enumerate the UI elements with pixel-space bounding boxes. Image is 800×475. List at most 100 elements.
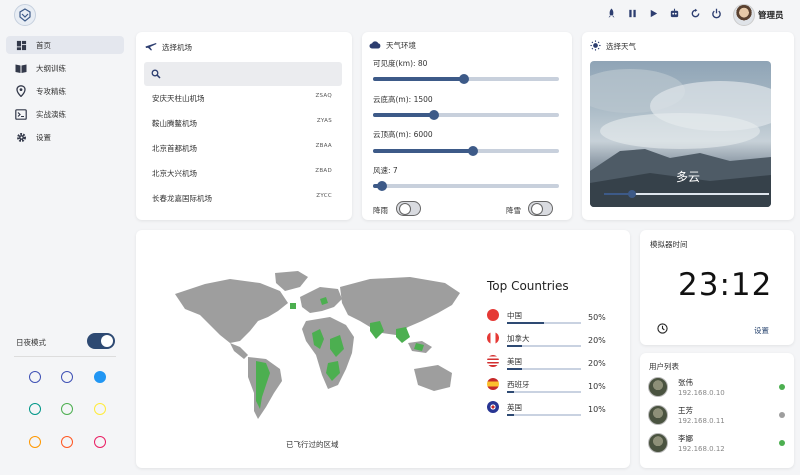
user-list-title: 用户列表 bbox=[649, 362, 679, 371]
theme-color-swatch[interactable] bbox=[61, 403, 73, 415]
app-logo[interactable] bbox=[14, 4, 36, 26]
status-dot bbox=[779, 412, 785, 418]
airport-search-input[interactable] bbox=[144, 62, 342, 86]
user-name: 张伟 bbox=[678, 378, 693, 387]
user-name: 李娜 bbox=[678, 434, 693, 443]
weather-preview-image: 多云 bbox=[590, 61, 771, 207]
rocket-icon[interactable] bbox=[605, 7, 617, 19]
clock-icon[interactable] bbox=[657, 323, 668, 336]
sidebar-item-label: 设置 bbox=[36, 132, 51, 142]
user-ip: 192.168.0.12 bbox=[678, 445, 725, 453]
spain-flag-icon bbox=[487, 378, 499, 390]
robot-icon[interactable] bbox=[668, 7, 680, 19]
china-flag-icon bbox=[487, 309, 499, 321]
country-share-bar bbox=[507, 414, 581, 416]
gear-icon bbox=[6, 132, 36, 143]
theme-color-swatch[interactable] bbox=[94, 403, 106, 415]
avatar[interactable] bbox=[733, 4, 755, 26]
weather-slider[interactable] bbox=[604, 190, 769, 198]
airport-panel: 选择机场 安庆天柱山机场 ZSAQ 鞍山腾鳌机场 ZYAS 北京首都机场 ZBA… bbox=[136, 32, 352, 220]
country-share-bar bbox=[507, 322, 581, 324]
sidebar-item-label: 专攻精练 bbox=[36, 86, 66, 96]
user-list-item[interactable]: 王芳 192.168.0.11 bbox=[648, 405, 788, 431]
dashboard-icon bbox=[6, 40, 36, 51]
sidebar-item-settings[interactable]: 设置 bbox=[6, 128, 124, 146]
rain-toggle[interactable] bbox=[396, 201, 421, 216]
user-list-item[interactable]: 张伟 192.168.0.10 bbox=[648, 377, 788, 403]
pause-icon[interactable] bbox=[626, 7, 638, 19]
country-row: 美国 20% bbox=[487, 355, 612, 370]
user-avatar bbox=[648, 433, 668, 453]
night-mode-toggle[interactable] bbox=[87, 333, 115, 349]
sidebar-item-special-training[interactable]: 专攻精练 bbox=[6, 82, 124, 100]
sidebar-item-live-practice[interactable]: 实战演练 bbox=[6, 105, 124, 123]
country-percent: 10% bbox=[588, 405, 606, 414]
night-mode-label: 日夜模式 bbox=[16, 338, 46, 347]
rain-label: 降雨 bbox=[373, 206, 388, 215]
cloud-icon bbox=[369, 40, 381, 51]
airport-name: 北京首都机场 bbox=[152, 144, 197, 153]
country-percent: 10% bbox=[588, 382, 606, 391]
airport-name: 北京大兴机场 bbox=[152, 169, 197, 178]
country-row: 西班牙 10% bbox=[487, 378, 612, 393]
sidebar-item-home[interactable]: 首页 bbox=[6, 36, 124, 54]
theme-color-swatch[interactable] bbox=[61, 371, 73, 383]
airport-name: 安庆天柱山机场 bbox=[152, 94, 205, 103]
airport-code: ZBAA bbox=[315, 143, 332, 149]
airport-list-item[interactable]: 长春龙嘉国际机场 ZYCC bbox=[152, 193, 332, 204]
snow-toggle[interactable] bbox=[528, 201, 553, 216]
airport-code: ZSAQ bbox=[315, 93, 332, 99]
country-name: 英国 bbox=[507, 402, 522, 412]
weather-select-title: 选择天气 bbox=[606, 42, 636, 51]
sidebar-item-label: 实战演练 bbox=[36, 109, 66, 119]
play-icon[interactable] bbox=[647, 7, 659, 19]
country-row: 加拿大 20% bbox=[487, 332, 612, 347]
user-ip: 192.168.0.11 bbox=[678, 417, 725, 425]
airport-code: ZYCC bbox=[316, 193, 332, 199]
divider bbox=[14, 356, 116, 357]
sidebar-item-label: 首页 bbox=[36, 40, 51, 50]
airport-list-item[interactable]: 鞍山腾鳌机场 ZYAS bbox=[152, 118, 332, 129]
username[interactable]: 管理员 bbox=[758, 9, 784, 21]
sim-time-clock: 23:12 bbox=[678, 267, 773, 303]
country-name: 美国 bbox=[507, 356, 522, 366]
power-icon[interactable] bbox=[710, 7, 722, 19]
sidebar-item-label: 大纲训练 bbox=[36, 63, 66, 73]
cloud-top-slider[interactable] bbox=[373, 146, 559, 156]
theme-color-swatch[interactable] bbox=[94, 436, 106, 448]
user-avatar bbox=[648, 405, 668, 425]
map-panel: 已飞行过的区域 Top Countries bbox=[136, 230, 630, 468]
airport-list-item[interactable]: 北京大兴机场 ZBAD bbox=[152, 168, 332, 179]
terminal-icon bbox=[6, 108, 36, 120]
cloud-base-slider[interactable] bbox=[373, 110, 559, 120]
theme-color-swatch[interactable] bbox=[94, 371, 106, 383]
airport-panel-title: 选择机场 bbox=[162, 42, 192, 52]
weather-select-panel: 选择天气 多云 bbox=[582, 32, 794, 220]
user-name: 王芳 bbox=[678, 406, 693, 415]
country-share-bar bbox=[507, 368, 581, 370]
theme-color-swatch[interactable] bbox=[61, 436, 73, 448]
country-name: 中国 bbox=[507, 310, 522, 320]
country-percent: 50% bbox=[588, 313, 606, 322]
wind-speed-slider[interactable] bbox=[373, 181, 559, 191]
sun-icon bbox=[590, 40, 601, 53]
airport-list-item[interactable]: 安庆天柱山机场 ZSAQ bbox=[152, 93, 332, 104]
status-dot bbox=[779, 440, 785, 446]
theme-color-swatch[interactable] bbox=[29, 403, 41, 415]
country-share-bar bbox=[507, 345, 581, 347]
map-caption: 已飞行过的区域 bbox=[286, 440, 339, 449]
user-list-item[interactable]: 李娜 192.168.0.12 bbox=[648, 433, 788, 459]
refresh-icon[interactable] bbox=[689, 7, 701, 19]
theme-color-swatch[interactable] bbox=[29, 436, 41, 448]
sim-time-settings-link[interactable]: 设置 bbox=[754, 325, 769, 336]
logo-icon bbox=[19, 8, 31, 22]
top-countries-title: Top Countries bbox=[487, 279, 569, 293]
user-avatar bbox=[648, 377, 668, 397]
visibility-slider[interactable] bbox=[373, 74, 559, 84]
theme-color-swatch[interactable] bbox=[29, 371, 41, 383]
country-name: 加拿大 bbox=[507, 333, 530, 343]
search-icon bbox=[151, 69, 161, 79]
visibility-label: 可见度(km): 80 bbox=[373, 59, 428, 68]
airport-list-item[interactable]: 北京首都机场 ZBAA bbox=[152, 143, 332, 154]
sidebar-item-outline-training[interactable]: 大纲训练 bbox=[6, 59, 124, 77]
